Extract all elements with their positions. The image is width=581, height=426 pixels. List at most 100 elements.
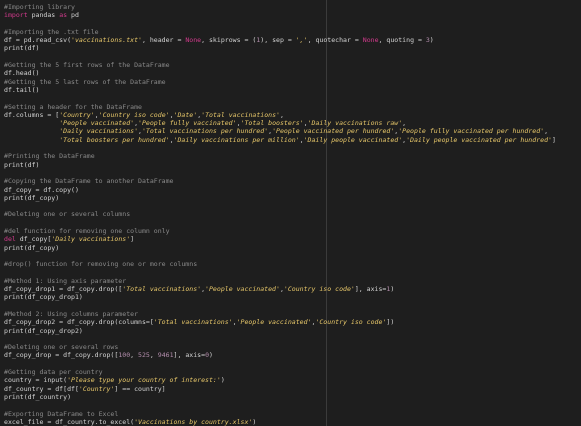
code-token-comment: #Getting the 5 last rows of the DataFram… xyxy=(4,77,166,86)
code-token-plain: ) xyxy=(390,285,395,294)
code-token-plain: , quoting = xyxy=(378,36,426,45)
code-line: print(df) xyxy=(4,44,578,52)
code-token-plain: ), sep = xyxy=(260,36,296,45)
code-token-plain: excel_file = df_country.to_excel( xyxy=(4,417,135,426)
code-token-comment: #Getting data per country xyxy=(4,368,103,377)
code-token-comment: #Method 2: Using columns parameter xyxy=(4,309,139,318)
code-token-string: ',' xyxy=(295,36,308,45)
code-token-comment: #drop() function for removing one or mor… xyxy=(4,260,198,269)
code-token-string: 'Daily vaccinations per million' xyxy=(173,135,300,144)
code-token-string: 'Daily vaccinations' xyxy=(51,235,131,244)
code-token-number: 525 xyxy=(138,351,150,360)
code-token-string: 'People vaccinated' xyxy=(236,318,312,327)
code-line: #Getting the 5 last rows of the DataFram… xyxy=(4,78,578,86)
code-token-comment: #Setting a header for the DataFrame xyxy=(4,102,142,111)
code-token-number: 100 xyxy=(118,351,131,360)
code-line: print(df_copy_drop1) xyxy=(4,293,578,301)
code-token-string: 'Daily people vaccinated' xyxy=(303,135,403,144)
code-token-plain: , xyxy=(402,119,407,128)
code-token-keyword: as xyxy=(59,11,68,20)
code-line: df.head() xyxy=(4,69,578,77)
code-token-plain: ) xyxy=(220,376,225,385)
code-token-comment: #Importing the .txt file xyxy=(4,27,99,36)
code-token-plain: ]) xyxy=(386,318,395,327)
code-line: df_country = df[df['Country'] == country… xyxy=(4,385,578,393)
code-line: df_copy_drop2 = df_copy.drop(columns=['T… xyxy=(4,318,578,326)
code-line: #Copying the DataFrame to another DataFr… xyxy=(4,177,578,185)
code-token-keyword: None xyxy=(362,36,379,45)
code-token-string: 'Country iso code' xyxy=(315,318,387,327)
code-token-plain: ) xyxy=(429,36,434,45)
code-token-string: 'Daily vaccinations' xyxy=(59,127,139,136)
code-line: 'Total boosters per hundred','Daily vacc… xyxy=(4,136,578,144)
code-line: #Getting data per country xyxy=(4,368,578,376)
code-editor[interactable]: #Importing library import pandas as pd #Im… xyxy=(0,0,581,426)
code-token-comment: #del function for removing one column on… xyxy=(4,227,170,236)
code-token-plain: ], axis= xyxy=(173,351,206,360)
code-token-string: 'Please type your country of interest:' xyxy=(67,376,221,385)
code-token-plain: print(df) xyxy=(4,160,40,169)
code-line: #Importing library xyxy=(4,3,578,11)
code-line: df.tail() xyxy=(4,86,578,94)
code-line: 'People vaccinated', 'People fully vaccin… xyxy=(4,119,578,127)
code-token-plain: df_copy_drop1 = df_copy.drop([ xyxy=(4,285,123,294)
code-area[interactable]: #Importing library import pandas as pd #Im… xyxy=(4,3,578,426)
code-token-string: 'Country iso code' xyxy=(98,110,170,119)
code-token-string: 'Daily people vaccinated per hundred' xyxy=(406,135,552,144)
code-token-plain: df_copy[ xyxy=(15,235,52,244)
code-line: #Exporting DataFrame to Excel xyxy=(4,410,578,418)
code-token-plain: pd xyxy=(67,11,79,20)
code-line: #Printing the DataFrame xyxy=(4,152,578,160)
code-token-string: 'Country' xyxy=(78,384,115,393)
code-line: print(df_copy) xyxy=(4,244,578,252)
code-token-keyword: None xyxy=(185,36,202,45)
code-token-comment: #Importing library xyxy=(4,3,75,11)
code-token-keyword: import xyxy=(4,11,28,20)
code-token-plain: df = pd.read_csv( xyxy=(4,36,72,45)
code-token-string: 'People fully vaccinated per hundred' xyxy=(398,127,545,136)
code-token-string: 'Total vaccinations' xyxy=(153,318,233,327)
code-line: #Getting the 5 first rows of the DataFra… xyxy=(4,61,578,69)
code-token-string: 'Total boosters' xyxy=(240,119,304,128)
code-token-plain: country = input( xyxy=(4,376,68,385)
code-token-comment: #Method 1: Using axis parameter xyxy=(4,276,127,285)
code-token-string: 'Total vaccinations per hundred' xyxy=(141,127,269,136)
code-token-comment: #Deleting one or several columns xyxy=(4,210,131,219)
code-token-plain: , skiprows = ( xyxy=(201,36,257,45)
code-token-plain: pandas xyxy=(27,11,60,20)
code-line: 'Daily vaccinations', 'Total vaccinations… xyxy=(4,127,578,135)
code-line: print(df) xyxy=(4,161,578,169)
code-token-string: 'Country iso code' xyxy=(283,285,355,294)
code-token-number: 9461 xyxy=(157,351,174,360)
code-token-comment: #Printing the DataFrame xyxy=(4,152,95,161)
code-line: print(df_copy) xyxy=(4,194,578,202)
code-token-plain: print(df_copy) xyxy=(4,193,60,202)
code-token-plain: , quotechar = xyxy=(307,36,363,45)
code-token-plain: df_country = df[df[ xyxy=(4,384,79,393)
code-token-plain: print(df_country) xyxy=(4,392,72,401)
code-token-plain: print(df) xyxy=(4,44,40,53)
code-token-string: 'Country' xyxy=(59,110,95,119)
code-token-plain: ) xyxy=(252,417,257,426)
code-line: print(df_country) xyxy=(4,393,578,401)
code-token-plain: , header = xyxy=(141,36,186,45)
code-token-string: 'Daily vaccinations raw' xyxy=(307,119,403,128)
code-token-plain: , xyxy=(279,110,284,119)
code-token-plain: df_copy_drop2 = df_copy.drop(columns=[ xyxy=(4,318,154,327)
code-token-comment: #Deleting one or several rows xyxy=(4,343,119,352)
code-line: #del function for removing one column on… xyxy=(4,227,578,235)
code-token-comment: #Getting the 5 first rows of the DataFra… xyxy=(4,61,170,70)
code-token-keyword: del xyxy=(4,235,16,244)
code-line: #Deleting one or several rows xyxy=(4,343,578,351)
code-token-plain: , xyxy=(149,351,158,360)
code-token-plain: df.head() xyxy=(4,69,40,78)
code-line: #Deleting one or several columns xyxy=(4,210,578,218)
code-line: #Setting a header for the DataFrame xyxy=(4,103,578,111)
